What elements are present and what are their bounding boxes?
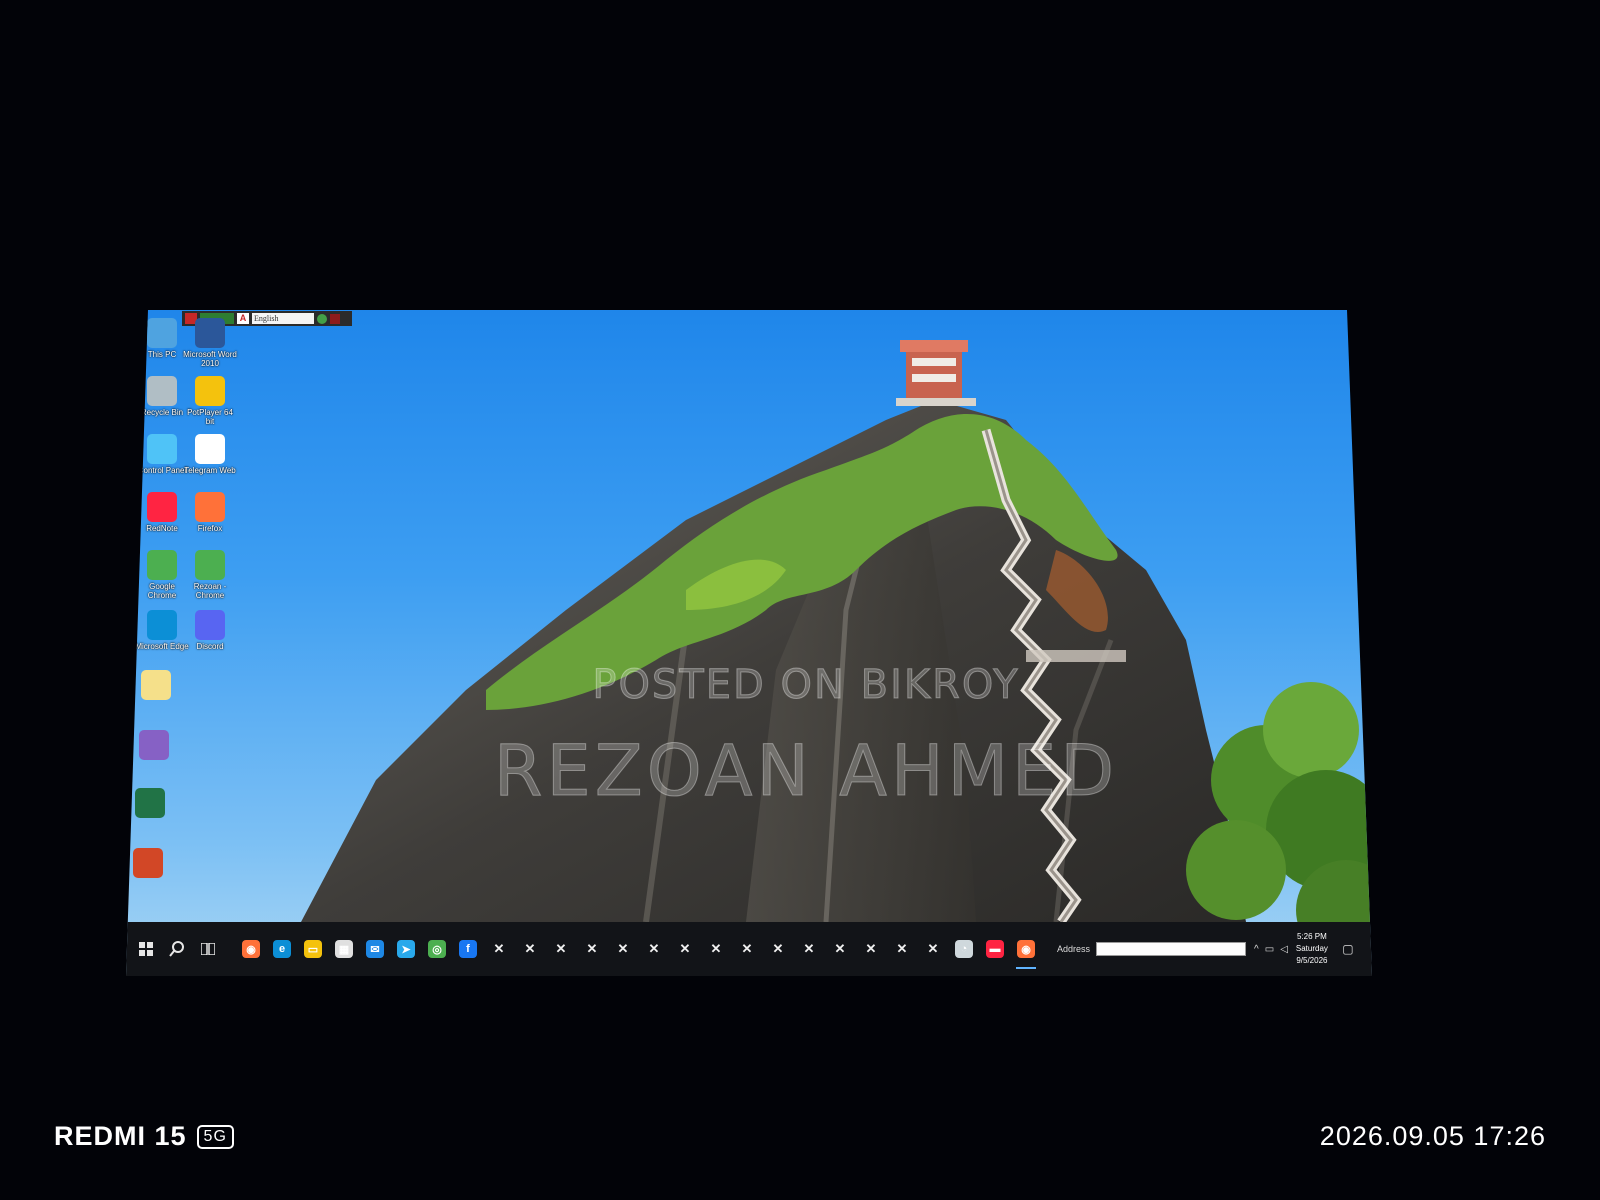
- desktop-icon[interactable]: Discord: [182, 610, 238, 651]
- control-panel-icon: [147, 434, 177, 464]
- monitor-icon: [147, 318, 177, 348]
- clock-day: Saturday: [1295, 944, 1328, 953]
- chrome-icon: [147, 550, 177, 580]
- facebook-icon[interactable]: f: [454, 933, 482, 965]
- chevron-up-icon[interactable]: ^: [1254, 944, 1259, 955]
- taskbar-glyph: ◎: [428, 940, 446, 958]
- taskbar-glyph: e: [273, 940, 291, 958]
- file-explorer-icon[interactable]: ▭: [299, 933, 327, 965]
- taskbar-glyph: ▦: [335, 940, 353, 958]
- open-window-button[interactable]: ✕: [485, 933, 513, 965]
- taskbar-glyph: ➤: [397, 940, 415, 958]
- desktop-icon[interactable]: Microsoft Word 2010: [182, 318, 238, 368]
- desktop-screen: A English This PC Microsoft Word 2010 Recy…: [126, 310, 1372, 976]
- camera-model: REDMI 15: [54, 1121, 187, 1151]
- firefox-icon: [195, 492, 225, 522]
- trailing-apps: ◔ ▬ ◉: [950, 933, 1043, 969]
- desktop-icon[interactable]: Telegram Web: [182, 434, 238, 475]
- desktop-icon[interactable]: [128, 670, 184, 702]
- status-icon[interactable]: [317, 313, 327, 324]
- rednote-icon[interactable]: ▬: [981, 933, 1009, 965]
- desktop-icon[interactable]: Firefox: [182, 492, 238, 533]
- desktop-icon-label: Firefox: [197, 524, 223, 533]
- open-window-button[interactable]: ✕: [888, 933, 916, 965]
- open-window-button[interactable]: ✕: [764, 933, 792, 965]
- excel-icon: [135, 788, 165, 818]
- clock-time: 5:26 PM: [1297, 932, 1327, 941]
- open-window-button[interactable]: ✕: [671, 933, 699, 965]
- open-window-button[interactable]: ✕: [609, 933, 637, 965]
- wallpaper: [301, 340, 1372, 922]
- powerpoint-icon: [133, 848, 163, 878]
- open-windows: ✕ ✕ ✕ ✕ ✕ ✕ ✕ ✕ ✕ ✕ ✕ ✕ ✕ ✕ ✕: [485, 933, 950, 965]
- clock[interactable]: 5:26 PM Saturday 9/5/2026: [1296, 931, 1328, 967]
- open-window-button[interactable]: ✕: [795, 933, 823, 965]
- chrome-icon: [195, 550, 225, 580]
- address-input[interactable]: [1096, 942, 1247, 956]
- potplayer-icon: [195, 376, 225, 406]
- desktop-icon-label: PotPlayer 64 bit: [187, 408, 233, 426]
- language-select[interactable]: English: [252, 313, 314, 324]
- camera-timestamp: 2026.09.05 17:26: [1319, 1121, 1546, 1151]
- desktop-icon[interactable]: [126, 788, 178, 820]
- desktop-icon-label: Microsoft Word 2010: [183, 350, 237, 368]
- word-icon: [195, 318, 225, 348]
- taskbar-glyph: ✉: [366, 940, 384, 958]
- firefox-icon[interactable]: ◉: [1012, 933, 1040, 969]
- mail-icon[interactable]: ✉: [361, 933, 389, 965]
- editor-icon: [141, 670, 171, 700]
- taskbar-glyph: ◔: [955, 940, 973, 958]
- task-view-icon[interactable]: [194, 933, 222, 965]
- firefox-icon[interactable]: ◉: [237, 933, 265, 965]
- address-label: Address: [1057, 944, 1091, 954]
- open-window-button[interactable]: ✕: [733, 933, 761, 965]
- desktop-icon[interactable]: [126, 848, 176, 880]
- taskbar-glyph: f: [459, 940, 477, 958]
- taskbar-glyph: ◉: [1017, 940, 1035, 958]
- open-window-button[interactable]: ✕: [578, 933, 606, 965]
- telegram-icon: [195, 434, 225, 464]
- edge-icon: [147, 610, 177, 640]
- speedometer-icon[interactable]: ◔: [950, 933, 978, 965]
- camera-brand: REDMI 15 5G: [54, 1121, 234, 1152]
- open-window-button[interactable]: ✕: [516, 933, 544, 965]
- desktop-icon[interactable]: Rezoan - Chrome: [182, 550, 238, 600]
- system-tray: ^ ▭ ◁: [1254, 944, 1288, 955]
- open-window-button[interactable]: ✕: [640, 933, 668, 965]
- desktop-icon[interactable]: [126, 730, 182, 762]
- recycle-bin-icon: [147, 376, 177, 406]
- desktop-icon-label: Telegram Web: [184, 466, 236, 475]
- pinned-apps: ◉ e ▭ ▦ ✉ ➤ ◎ f: [237, 933, 485, 965]
- desktop-icon[interactable]: PotPlayer 64 bit: [182, 376, 238, 426]
- close-icon[interactable]: [330, 313, 340, 324]
- telegram-icon[interactable]: ➤: [392, 933, 420, 965]
- rednote-icon: [147, 492, 177, 522]
- network-icon[interactable]: ▭: [1265, 944, 1274, 955]
- network-badge: 5G: [196, 1124, 234, 1149]
- clock-date: 9/5/2026: [1296, 956, 1328, 965]
- open-window-button[interactable]: ✕: [826, 933, 854, 965]
- visual-studio-icon: [139, 730, 169, 760]
- taskbar: ◉ e ▭ ▦ ✉ ➤ ◎ f ✕ ✕ ✕ ✕ ✕ ✕ ✕ ✕ ✕ ✕ ✕ ✕ ✕ ✕ ✕ ◔ ▬ ◉ Address ^ ▭…: [126, 922, 1372, 976]
- open-window-button[interactable]: ✕: [702, 933, 730, 965]
- open-window-button[interactable]: ✕: [857, 933, 885, 965]
- taskbar-glyph: ▬: [986, 940, 1004, 958]
- search-icon[interactable]: [163, 933, 191, 965]
- desktop-icon-label: Rezoan - Chrome: [193, 582, 227, 600]
- app-icon[interactable]: A: [237, 313, 249, 324]
- calendar-icon[interactable]: ▦: [330, 933, 358, 965]
- volume-icon[interactable]: ◁: [1280, 944, 1288, 955]
- desktop-icon-label: Discord: [196, 642, 224, 651]
- notification-icon[interactable]: ▢: [1338, 939, 1358, 959]
- discord-icon: [195, 610, 225, 640]
- taskbar-glyph: ▭: [304, 940, 322, 958]
- chrome-icon[interactable]: ◎: [423, 933, 451, 965]
- edge-icon[interactable]: e: [268, 933, 296, 965]
- taskbar-glyph: ◉: [242, 940, 260, 958]
- open-window-button[interactable]: ✕: [547, 933, 575, 965]
- open-window-button[interactable]: ✕: [919, 933, 947, 965]
- windows-start-icon[interactable]: [132, 933, 160, 965]
